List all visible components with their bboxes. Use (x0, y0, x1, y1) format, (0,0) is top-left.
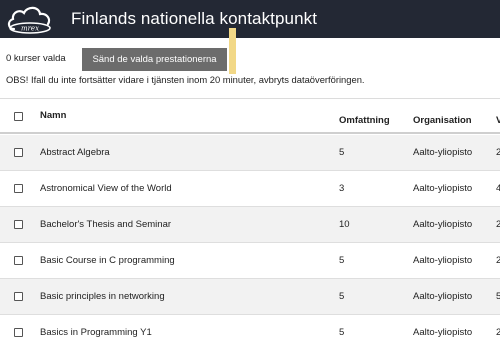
table-header-row: Namn Omfattning Organisation V (0, 98, 500, 134)
row-checkbox[interactable] (14, 184, 23, 193)
row-checkbox[interactable] (14, 256, 23, 265)
course-extra: 2 (496, 147, 500, 158)
highlight-marker (229, 28, 236, 74)
course-extra: 2 (496, 255, 500, 266)
course-organisation: Aalto-yliopisto (413, 219, 473, 230)
course-scope: 5 (339, 255, 345, 266)
course-extra: 5 (496, 291, 500, 302)
course-scope: 10 (339, 219, 350, 230)
course-scope: 5 (339, 147, 345, 158)
send-selected-button[interactable]: Sänd de valda prestationerna (82, 48, 227, 71)
courses-table: Namn Omfattning Organisation V Abstract … (0, 98, 500, 339)
table-row[interactable]: Basic principles in networking 5 Aalto-y… (0, 279, 500, 315)
row-checkbox[interactable] (14, 220, 23, 229)
top-bar: mrex Finlands nationella kontaktpunkt (0, 0, 500, 38)
selected-count: 0 kurser valda (6, 53, 66, 64)
row-checkbox[interactable] (14, 328, 23, 337)
table-row[interactable]: Bachelor's Thesis and Seminar 10 Aalto-y… (0, 207, 500, 243)
column-header-organisation[interactable]: Organisation (413, 115, 472, 126)
column-header-scope[interactable]: Omfattning (339, 115, 390, 126)
row-checkbox[interactable] (14, 148, 23, 157)
course-scope: 3 (339, 183, 345, 194)
course-extra: 2 (496, 219, 500, 230)
table-row[interactable]: Astronomical View of the World 3 Aalto-y… (0, 171, 500, 207)
logo-text: mrex (21, 25, 39, 33)
column-header-extra[interactable]: V (496, 115, 500, 126)
table-row[interactable]: Basics in Programming Y1 5 Aalto-yliopis… (0, 315, 500, 339)
course-scope: 5 (339, 327, 345, 338)
course-name: Astronomical View of the World (40, 183, 172, 194)
course-name: Basics in Programming Y1 (40, 327, 152, 338)
course-organisation: Aalto-yliopisto (413, 183, 473, 194)
page-title: Finlands nationella kontaktpunkt (71, 9, 318, 28)
course-extra: 4 (496, 183, 500, 194)
course-organisation: Aalto-yliopisto (413, 291, 473, 302)
course-organisation: Aalto-yliopisto (413, 327, 473, 338)
select-all-checkbox[interactable] (14, 112, 23, 121)
cloud-logo-icon[interactable]: mrex (6, 3, 54, 35)
course-organisation: Aalto-yliopisto (413, 147, 473, 158)
row-checkbox[interactable] (14, 292, 23, 301)
course-name: Basic principles in networking (40, 291, 165, 302)
course-organisation: Aalto-yliopisto (413, 255, 473, 266)
course-name: Abstract Algebra (40, 147, 110, 158)
table-row[interactable]: Abstract Algebra 5 Aalto-yliopisto 2 (0, 135, 500, 171)
timeout-notice: OBS! Ifall du inte fortsätter vidare i t… (6, 74, 365, 85)
table-row[interactable]: Basic Course in C programming 5 Aalto-yl… (0, 243, 500, 279)
course-name: Bachelor's Thesis and Seminar (40, 219, 172, 230)
course-name: Basic Course in C programming (40, 255, 175, 266)
column-header-name[interactable]: Namn (40, 110, 66, 121)
course-extra: 2 (496, 327, 500, 338)
course-scope: 5 (339, 291, 345, 302)
